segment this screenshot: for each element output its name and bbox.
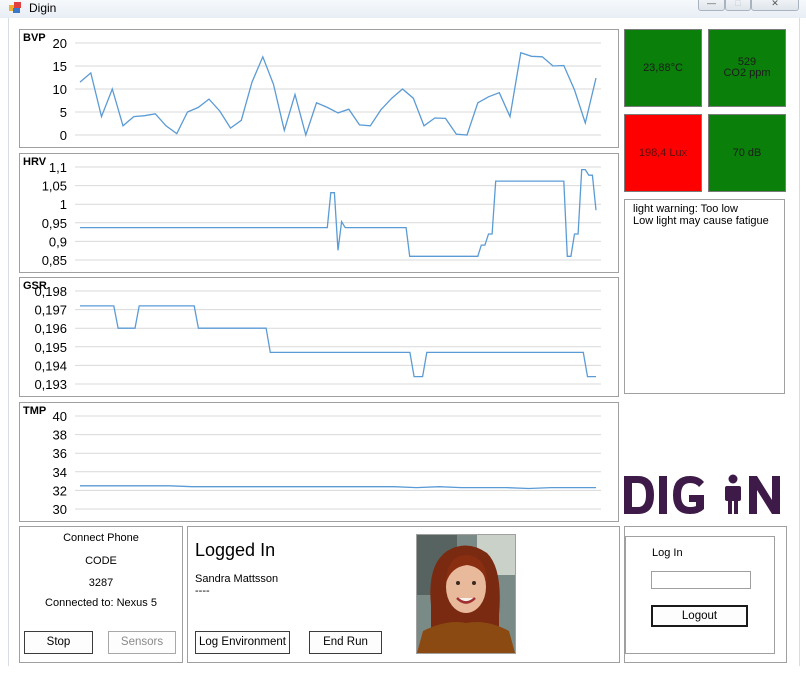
y-tick-label: 20 [53, 36, 67, 51]
connect-phone-label: Connect Phone [63, 532, 139, 544]
y-tick-label: 40 [53, 409, 67, 424]
y-tick-label: 0,9 [49, 234, 67, 249]
minimize-icon[interactable]: ― [698, 0, 725, 11]
connected-device: Connected to: Nexus 5 [45, 597, 157, 609]
tmp-chart-plot: TMP 30 32 34 36 38 40 [23, 405, 601, 517]
user-name: Sandra Mattsson [195, 573, 279, 585]
code-label: CODE [85, 555, 117, 567]
chart-title: TMP [23, 405, 46, 417]
series-line [79, 51, 597, 138]
warning-line-1: light warning: Too low [633, 203, 738, 215]
chart-title: HRV [23, 156, 47, 168]
login-group: Log In Logout [625, 536, 775, 654]
y-tick-label: 1 [60, 197, 67, 212]
user-photo [416, 534, 516, 654]
chart-title: BVP [23, 32, 46, 44]
y-tick-label: 5 [60, 105, 67, 120]
y-tick-label: 30 [53, 502, 67, 517]
temperature-value: 23,88°C [643, 61, 683, 74]
sensors-button[interactable]: Sensors [108, 631, 176, 654]
hrv-chart: HRV 0,85 0,9 0,95 1 1,05 1,1 [19, 153, 619, 273]
y-tick-label: 10 [53, 82, 67, 97]
noise-tile: 70 dB [708, 114, 786, 192]
light-value: 198,4 Lux [638, 146, 688, 159]
temperature-tile: 23,88°C [624, 29, 702, 107]
y-tick-label: 0,197 [34, 303, 67, 318]
y-tick-label: 15 [53, 59, 67, 74]
y-tick-label: 0 [60, 128, 67, 143]
y-tick-label: 0,85 [42, 253, 67, 268]
login-label: Log In [652, 547, 683, 559]
window-title: Digin [29, 1, 57, 15]
y-tick-label: 1,1 [49, 160, 67, 175]
hrv-chart-plot: HRV 0,85 0,9 0,95 1 1,05 1,1 [23, 156, 601, 268]
close-icon[interactable]: ✕ [751, 0, 799, 11]
session-panel: Logged In Sandra Mattsson ---- Log Envir… [187, 526, 620, 663]
series-line [80, 485, 596, 490]
y-tick-label: 34 [53, 465, 67, 480]
y-tick-label: 0,194 [34, 358, 67, 373]
phone-panel: Connect Phone CODE 3287 Connected to: Ne… [19, 526, 183, 663]
series-line [80, 305, 596, 378]
series-line [80, 168, 597, 257]
y-tick-label: 1,05 [42, 179, 67, 194]
y-tick-label: 0,195 [34, 340, 67, 355]
noise-value: 70 dB [732, 146, 762, 159]
end-run-button[interactable]: End Run [309, 631, 382, 654]
login-input[interactable] [651, 571, 751, 589]
maximize-icon[interactable]: □ [725, 0, 751, 11]
user-photo-image [417, 535, 515, 653]
y-tick-label: 0,196 [34, 321, 67, 336]
bvp-chart-plot: BVP 0 5 10 15 20 [23, 32, 601, 143]
y-tick-label: 0,95 [42, 216, 67, 231]
co2-unit: CO2 ppm [723, 67, 771, 79]
gsr-chart: GSR 0,193 0,194 0,195 0,196 0,197 0,198 [19, 277, 619, 397]
y-tick-label: 0,193 [34, 377, 67, 392]
warning-line-2: Low light may cause fatigue [633, 215, 769, 227]
title-bar: Digin ― □ ✕ [0, 0, 806, 18]
dig-in-logo [624, 474, 780, 514]
gsr-chart-plot: GSR0,1930,1940,1950,1960,1970,198 [23, 280, 601, 392]
y-tick-label: 32 [53, 483, 67, 498]
logged-in-status: Logged In [195, 540, 276, 560]
y-tick-label: 0,198 [34, 284, 67, 299]
bvp-chart: BVP 0 5 10 15 20 [19, 29, 619, 148]
y-tick-label: 38 [53, 428, 67, 443]
code-value: 3287 [88, 577, 114, 589]
tmp-chart: TMP 30 32 34 36 38 40 [19, 402, 619, 522]
log-environment-button[interactable]: Log Environment [195, 631, 290, 654]
logout-button[interactable]: Logout [651, 605, 748, 627]
user-detail: ---- [195, 585, 210, 597]
login-panel: Log In Logout [624, 526, 787, 663]
warning-box: light warning: Too low Low light may cau… [624, 199, 785, 394]
app-icon [9, 2, 21, 13]
y-tick-label: 36 [53, 446, 67, 461]
co2-tile: 529 CO2 ppm [708, 29, 786, 107]
light-tile: 198,4 Lux [624, 114, 702, 192]
stop-button[interactable]: Stop [24, 631, 93, 654]
